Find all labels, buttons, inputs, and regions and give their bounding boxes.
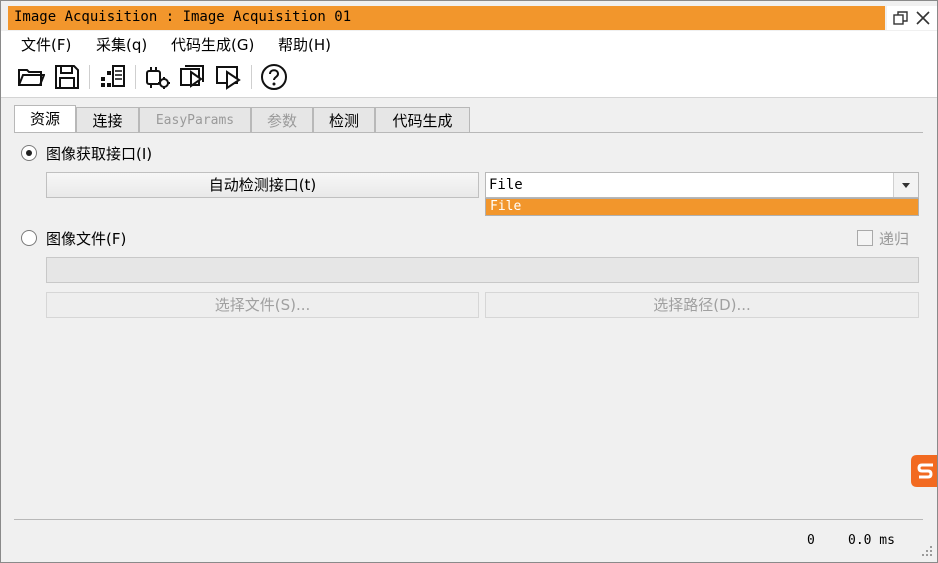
tab-parameters[interactable]: 参数 (251, 107, 313, 132)
code-gen-icon[interactable] (99, 63, 127, 91)
status-frame-count: 0 (807, 533, 815, 548)
menu-acquire[interactable]: 采集(q) (96, 34, 147, 55)
settings-icon[interactable] (143, 63, 171, 91)
acquire-continuous-icon[interactable] (179, 63, 207, 91)
ime-logo-icon[interactable] (911, 453, 937, 489)
toolbar-separator (89, 65, 90, 89)
help-icon[interactable] (260, 63, 288, 91)
select-file-button[interactable]: 选择文件(S)... (46, 292, 479, 318)
interface-radio-label: 图像获取接口(I) (46, 145, 153, 163)
interface-dropdown: File (485, 198, 919, 216)
image-path-input[interactable] (46, 257, 919, 283)
interface-radio[interactable] (21, 145, 37, 161)
toolbar-separator (251, 65, 252, 89)
restore-icon[interactable] (891, 8, 911, 28)
status-time: 0.0 ms (848, 533, 895, 548)
chevron-down-icon[interactable] (893, 173, 918, 197)
app-window: Image Acquisition : Image Acquisition 01… (0, 0, 938, 563)
dropdown-option-file[interactable]: File (486, 199, 918, 215)
tab-detection[interactable]: 检测 (313, 107, 375, 132)
file-radio[interactable] (21, 230, 37, 246)
interface-combo-value: File (489, 177, 523, 193)
tab-codegen[interactable]: 代码生成 (375, 107, 470, 132)
open-folder-icon[interactable] (17, 63, 46, 91)
recursive-label: 递归 (879, 230, 910, 248)
autodetect-button[interactable]: 自动检测接口(t) (46, 172, 479, 198)
close-icon[interactable] (913, 8, 933, 28)
interface-combo[interactable]: File (485, 172, 919, 198)
select-path-button[interactable]: 选择路径(D)... (485, 292, 919, 318)
menu-file[interactable]: 文件(F) (21, 34, 71, 55)
recursive-checkbox[interactable] (857, 230, 873, 246)
tab-easyparams[interactable]: EasyParams (139, 107, 251, 132)
window-title: Image Acquisition : Image Acquisition 01 (14, 9, 352, 25)
file-radio-label: 图像文件(F) (46, 230, 127, 248)
toolbar-separator (135, 65, 136, 89)
save-icon[interactable] (53, 63, 81, 91)
tab-connection[interactable]: 连接 (76, 107, 139, 132)
menu-bar: 文件(F) 采集(q) 代码生成(G) 帮助(H) (1, 31, 937, 55)
tab-resources[interactable]: 资源 (14, 105, 76, 133)
title-bar[interactable]: Image Acquisition : Image Acquisition 01 (8, 6, 885, 30)
menu-codegen[interactable]: 代码生成(G) (171, 34, 254, 55)
toolbar (1, 55, 937, 98)
acquire-single-icon[interactable] (215, 63, 243, 91)
window-controls (887, 6, 937, 30)
resize-grip-icon[interactable] (919, 543, 933, 557)
menu-help[interactable]: 帮助(H) (278, 34, 331, 55)
